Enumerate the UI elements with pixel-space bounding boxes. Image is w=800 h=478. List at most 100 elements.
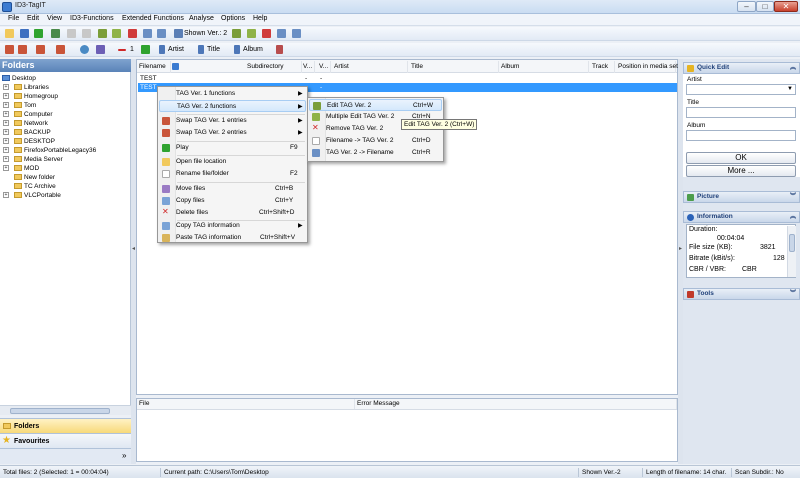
undo-icon[interactable]: [67, 29, 76, 38]
artist-combobox[interactable]: ▼: [686, 84, 796, 95]
col-v2[interactable]: V...: [317, 61, 331, 73]
menu-item-copy-files[interactable]: Copy files Ctrl+Y: [159, 195, 306, 207]
expand-toggle-icon[interactable]: +: [3, 138, 9, 145]
artist-filter-label[interactable]: Artist: [168, 46, 184, 53]
info-scrollbar[interactable]: [787, 226, 796, 277]
information-header[interactable]: Information ︽: [683, 211, 800, 223]
collapse-chevron-icon[interactable]: ︽: [790, 212, 796, 222]
tree-item[interactable]: New folder: [3, 173, 55, 182]
refresh-icon[interactable]: [51, 29, 60, 38]
menu-extended-functions[interactable]: Extended Functions: [122, 15, 184, 22]
menu-help[interactable]: Help: [253, 15, 267, 22]
picture-header[interactable]: Picture ︾: [683, 191, 800, 203]
expand-toggle-icon[interactable]: +: [3, 156, 9, 163]
collapse-right-arrow[interactable]: ▸: [679, 245, 682, 252]
filename-to-tag-v2-icon[interactable]: [277, 29, 286, 38]
close-button[interactable]: ✕: [774, 1, 798, 12]
expand-toggle-icon[interactable]: +: [3, 111, 9, 118]
menu-item-swap-tag-v2[interactable]: Swap TAG Ver. 2 entries ▶: [159, 127, 306, 139]
tree-item[interactable]: + MOD: [3, 164, 39, 173]
menu-item-play[interactable]: Play F9: [159, 142, 306, 154]
expand-toggle-icon[interactable]: +: [3, 84, 9, 91]
scrollbar-thumb[interactable]: [10, 408, 110, 414]
nav-folders-button[interactable]: Folders: [0, 418, 131, 433]
menu-view[interactable]: View: [47, 15, 62, 22]
menu-item-tag-v2-functions[interactable]: TAG Ver. 2 functions ▶: [159, 100, 306, 112]
collapse-left-arrow[interactable]: ◂: [132, 245, 135, 252]
expand-toggle-icon[interactable]: +: [3, 192, 9, 199]
title-filter-label[interactable]: Title: [207, 46, 220, 53]
tree-item[interactable]: Desktop: [2, 74, 36, 83]
swap-v2-icon[interactable]: [18, 45, 27, 54]
edit-tag-icon[interactable]: [98, 29, 107, 38]
expand-toggle-icon[interactable]: +: [3, 147, 9, 154]
nav-favourites-button[interactable]: ★ Favourites: [0, 433, 131, 448]
col-filename[interactable]: Filename: [137, 61, 171, 73]
submenu-item-tag-to-filename[interactable]: TAG Ver. 2 -> Filename Ctrl+R: [309, 147, 442, 159]
quick-edit-header[interactable]: Quick Edit ︽: [683, 62, 800, 74]
menu-options[interactable]: Options: [221, 15, 245, 22]
col-v1[interactable]: V...: [301, 61, 315, 73]
swap-icon[interactable]: [5, 45, 14, 54]
numbering-icon[interactable]: [96, 45, 105, 54]
album-filter-icon[interactable]: [234, 45, 240, 54]
tree-item[interactable]: TC Archive: [3, 182, 56, 191]
tree-item[interactable]: + DESKTOP: [3, 137, 55, 146]
tag-to-filename-icon[interactable]: [157, 29, 166, 38]
col-track[interactable]: Track: [590, 61, 615, 73]
open-folder-icon[interactable]: [5, 29, 14, 38]
col-file[interactable]: File: [137, 399, 355, 409]
minus-icon[interactable]: [118, 49, 126, 51]
menu-item-rename[interactable]: Rename file/folder F2: [159, 168, 306, 180]
tree-item[interactable]: + FirefoxPortableLegacy36: [3, 146, 96, 155]
menu-item-open-file-location[interactable]: Open file location: [159, 156, 306, 168]
menu-item-copy-tag-info[interactable]: Copy TAG information ▶: [159, 220, 306, 232]
case-convert-v2-icon[interactable]: [56, 45, 65, 54]
expand-toggle-icon[interactable]: +: [3, 129, 9, 136]
tree-item[interactable]: + Libraries: [3, 83, 49, 92]
redo-icon[interactable]: [82, 29, 91, 38]
menu-analyse[interactable]: Analyse: [189, 15, 214, 22]
tools-header[interactable]: Tools ︾: [683, 288, 800, 300]
tree-item[interactable]: + Tom: [3, 101, 36, 110]
menu-item-tag-v1-functions[interactable]: TAG Ver. 1 functions ▶: [159, 88, 306, 100]
col-album[interactable]: Album: [499, 61, 589, 73]
collapse-chevron-icon[interactable]: ︽: [790, 63, 796, 73]
plus-icon[interactable]: [141, 45, 150, 54]
album-filter-label[interactable]: Album: [243, 46, 263, 53]
expand-chevron-icon[interactable]: ︾: [790, 289, 796, 299]
menu-id3-functions[interactable]: ID3-Functions: [70, 15, 114, 22]
filename-to-tag-icon[interactable]: [143, 29, 152, 38]
menu-item-swap-tag-v1[interactable]: Swap TAG Ver. 1 entries ▶: [159, 115, 306, 127]
submenu-item-filename-to-tag[interactable]: Filename -> TAG Ver. 2 Ctrl+D: [309, 135, 442, 147]
tag-to-filename-v2-icon[interactable]: [292, 29, 301, 38]
shown-version-icon[interactable]: [174, 29, 183, 38]
menu-edit[interactable]: Edit: [27, 15, 39, 22]
minimize-button[interactable]: –: [737, 1, 756, 12]
case-convert-icon[interactable]: [36, 45, 45, 54]
tree-item[interactable]: + BACKUP: [3, 128, 51, 137]
expand-chevron-icon[interactable]: ︾: [790, 192, 796, 202]
title-filter-icon[interactable]: [198, 45, 204, 54]
multi-edit-icon[interactable]: [112, 29, 121, 38]
multi-edit-v2-icon[interactable]: [247, 29, 256, 38]
tree-item[interactable]: + Homegroup: [3, 92, 58, 101]
menu-item-paste-tag-info[interactable]: Paste TAG information Ctrl+Shift+V: [159, 232, 306, 244]
file-row[interactable]: TEST - -: [138, 74, 677, 83]
menu-item-delete-files[interactable]: ✕ Delete files Ctrl+Shift+D: [159, 207, 306, 219]
expand-toggle-icon[interactable]: +: [3, 120, 9, 127]
col-subdirectory[interactable]: Subdirectory: [245, 61, 302, 73]
shown-version-label[interactable]: Shown Ver.: 2: [184, 30, 227, 37]
play-icon[interactable]: [34, 29, 43, 38]
col-error-message[interactable]: Error Message: [355, 399, 677, 409]
sort-icon[interactable]: [172, 63, 179, 70]
submenu-item-edit-tag-v2[interactable]: Edit TAG Ver. 2 Ctrl+W: [309, 99, 442, 111]
tree-horizontal-scrollbar[interactable]: [0, 405, 131, 415]
col-artist[interactable]: Artist: [332, 61, 408, 73]
nav-more-button[interactable]: »: [122, 451, 126, 460]
clear-filter-icon[interactable]: [276, 45, 283, 54]
album-input[interactable]: [686, 130, 796, 141]
title-input[interactable]: [686, 107, 796, 118]
ok-button[interactable]: OK: [686, 152, 796, 164]
tree-item[interactable]: + Media Server: [3, 155, 63, 164]
